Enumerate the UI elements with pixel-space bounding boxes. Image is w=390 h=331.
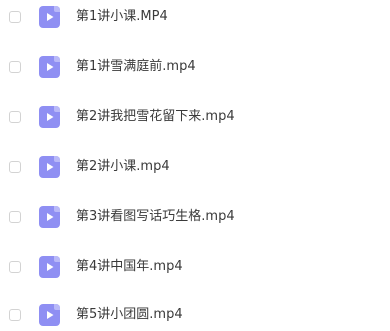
file-name[interactable]: 第1讲小课.MP4 (76, 8, 168, 26)
video-file-icon (39, 206, 60, 228)
video-file-icon (39, 256, 60, 278)
file-name[interactable]: 第4讲中国年.mp4 (76, 258, 183, 276)
file-checkbox[interactable] (9, 111, 21, 123)
file-row[interactable]: 第3讲看图写话巧生格.mp4 (0, 203, 390, 233)
file-checkbox[interactable] (9, 161, 21, 173)
file-checkbox[interactable] (9, 61, 21, 73)
file-name[interactable]: 第3讲看图写话巧生格.mp4 (76, 208, 235, 226)
video-file-icon (39, 6, 60, 28)
file-checkbox[interactable] (9, 261, 21, 273)
file-row[interactable]: 第4讲中国年.mp4 (0, 253, 390, 283)
video-file-icon (39, 56, 60, 78)
file-row[interactable]: 第2讲我把雪花留下来.mp4 (0, 103, 390, 133)
file-name[interactable]: 第2讲小课.mp4 (76, 158, 170, 176)
file-checkbox[interactable] (9, 211, 21, 223)
file-row[interactable]: 第1讲雪满庭前.mp4 (0, 53, 390, 83)
video-file-icon (39, 106, 60, 128)
file-name[interactable]: 第2讲我把雪花留下来.mp4 (76, 108, 235, 126)
file-checkbox[interactable] (9, 11, 21, 23)
file-row[interactable]: 第1讲小课.MP4 (0, 3, 390, 33)
video-file-icon (39, 156, 60, 178)
video-file-icon (39, 304, 60, 326)
file-name[interactable]: 第5讲小团圆.mp4 (76, 306, 183, 324)
file-row[interactable]: 第5讲小团圆.mp4 (0, 301, 390, 331)
file-checkbox[interactable] (9, 309, 21, 321)
file-row[interactable]: 第2讲小课.mp4 (0, 153, 390, 183)
file-name[interactable]: 第1讲雪满庭前.mp4 (76, 58, 196, 76)
